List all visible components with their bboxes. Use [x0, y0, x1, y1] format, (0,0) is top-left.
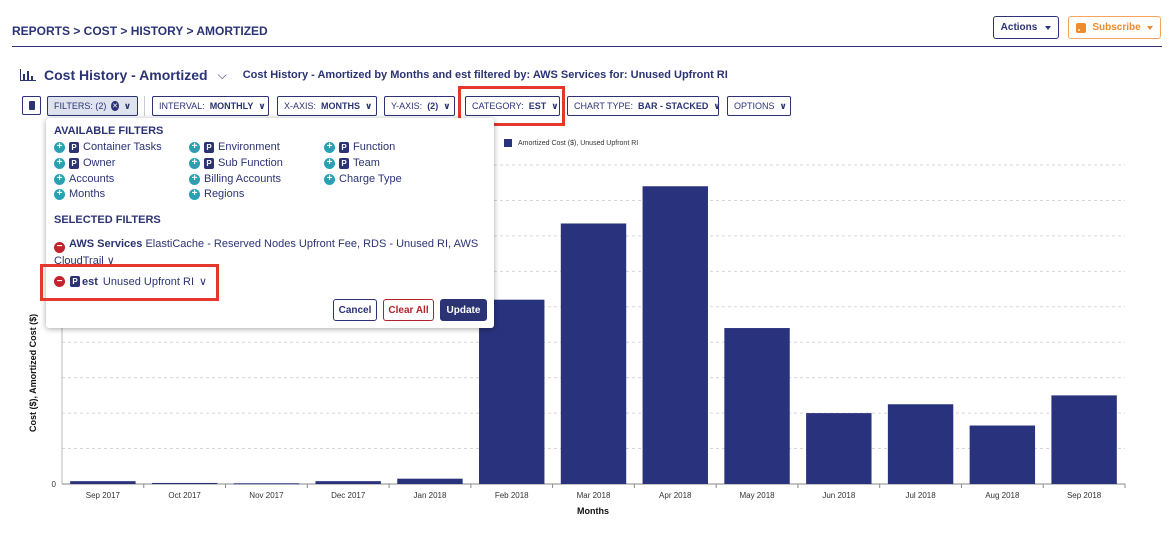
bar: [397, 478, 463, 484]
selected-filters-heading: SELECTED FILTERS: [54, 214, 161, 226]
x-tick-label: Dec 2017: [331, 491, 366, 500]
bar: [151, 482, 218, 484]
plus-icon: +: [189, 141, 200, 153]
p-badge-icon: P: [339, 141, 349, 153]
bar: [233, 483, 300, 485]
x-tick-label: Jun 2018: [822, 491, 855, 500]
x-tick-label: May 2018: [739, 491, 775, 500]
p-badge-icon: P: [339, 157, 349, 169]
plus-icon: +: [54, 173, 65, 185]
plus-icon: +: [54, 157, 65, 169]
plus-icon: +: [189, 188, 200, 200]
legend-swatch: [504, 139, 512, 147]
bar: [969, 425, 1036, 484]
filter-charge-type[interactable]: + Charge Type: [324, 173, 402, 185]
x-tick-label: Sep 2018: [1067, 491, 1102, 500]
plus-icon: +: [54, 141, 65, 153]
filter-billing-accounts[interactable]: + Billing Accounts: [189, 173, 281, 185]
bar: [642, 186, 708, 484]
p-badge-icon: P: [204, 157, 214, 169]
est-filter-highlight-box: [40, 264, 219, 301]
p-badge-icon: P: [69, 141, 79, 153]
filter-environment[interactable]: + P Environment: [189, 141, 280, 153]
x-tick-label: Jul 2018: [905, 491, 936, 500]
filter-months[interactable]: + Months: [54, 188, 105, 200]
filter-team[interactable]: + P Team: [324, 157, 380, 169]
bar: [315, 481, 381, 484]
legend-label: Amortized Cost ($), Unused Upfront RI: [518, 139, 639, 147]
available-filters-heading: AVAILABLE FILTERS: [54, 125, 164, 137]
plus-icon: +: [189, 157, 200, 169]
remove-icon[interactable]: −: [54, 241, 65, 253]
bar: [806, 413, 872, 484]
filter-function[interactable]: + P Function: [324, 141, 395, 153]
bar: [1051, 395, 1117, 484]
p-badge-icon: P: [69, 157, 79, 169]
plus-icon: +: [54, 188, 65, 200]
cancel-button[interactable]: Cancel: [333, 299, 377, 321]
plus-icon: +: [324, 141, 335, 153]
x-axis-title: Months: [577, 506, 609, 516]
bar: [724, 328, 790, 484]
filter-sub-function[interactable]: + P Sub Function: [189, 157, 283, 169]
plus-icon: +: [324, 157, 335, 169]
bar: [70, 481, 136, 484]
x-tick-label: Aug 2018: [985, 491, 1020, 500]
x-tick-label: Mar 2018: [577, 491, 611, 500]
update-button[interactable]: Update: [440, 299, 487, 321]
x-tick-label: Oct 2017: [168, 491, 201, 500]
filter-owner[interactable]: + P Owner: [54, 157, 115, 169]
x-tick-label: Sep 2017: [86, 491, 121, 500]
p-badge-icon: P: [204, 141, 214, 153]
filter-regions[interactable]: + Regions: [189, 188, 244, 200]
y-axis-title: Cost ($), Amortized Cost ($): [28, 313, 38, 432]
bar: [887, 404, 954, 484]
plus-icon: +: [189, 173, 200, 185]
x-tick-label: Feb 2018: [495, 491, 529, 500]
x-tick-label: Nov 2017: [249, 491, 284, 500]
filter-accounts[interactable]: + Accounts: [54, 173, 114, 185]
plus-icon: +: [324, 173, 335, 185]
y-tick-label: 0: [52, 480, 57, 489]
bar: [560, 223, 627, 484]
filter-container-tasks[interactable]: + P Container Tasks: [54, 141, 162, 153]
clear-all-button[interactable]: Clear All: [383, 299, 434, 321]
chart-legend[interactable]: Amortized Cost ($), Unused Upfront RI: [504, 139, 638, 147]
x-tick-label: Jan 2018: [414, 491, 447, 500]
x-tick-label: Apr 2018: [659, 491, 692, 500]
